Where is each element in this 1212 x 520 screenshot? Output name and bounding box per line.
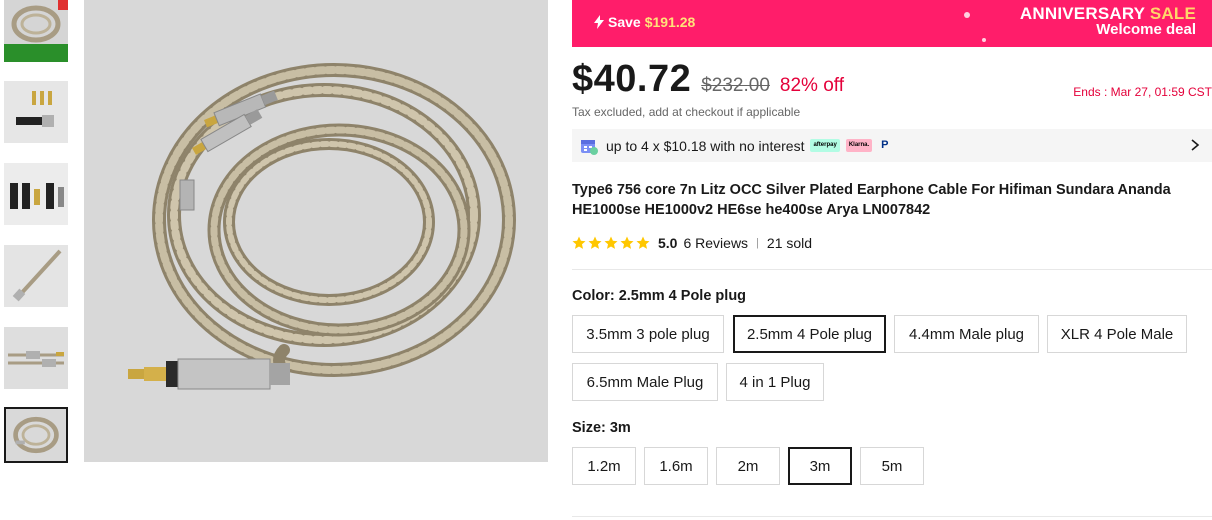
tax-note: Tax excluded, add at checkout if applica… xyxy=(572,105,801,119)
color-label: Color: 2.5mm 4 Pole plug xyxy=(572,288,747,304)
star-icon xyxy=(636,236,650,249)
product-title: Type6 756 core 7n Litz OCC Silver Plated… xyxy=(572,182,1171,218)
lightning-icon xyxy=(594,15,604,29)
separator: | xyxy=(756,237,759,249)
discount-percent: 82% off xyxy=(779,75,845,96)
paypal-icon: P xyxy=(881,139,889,151)
size-option-3m-selected[interactable]: 3m xyxy=(788,447,852,485)
thumbnail-3[interactable] xyxy=(4,163,68,225)
rating-row[interactable]: 5.0 6 Reviews | 21 sold xyxy=(572,235,812,251)
chevron-right-icon xyxy=(1191,139,1200,151)
current-price: $40.72 xyxy=(572,58,692,100)
klarna-icon: Klarna. xyxy=(845,139,873,152)
main-product-image[interactable] xyxy=(84,0,548,462)
thumbnail-1-image xyxy=(4,0,68,62)
color-option-2.5mm-selected[interactable]: 2.5mm 4 Pole plug xyxy=(733,315,886,353)
star-rating xyxy=(572,236,650,250)
welcome-deal-text: Welcome deal xyxy=(1096,21,1196,38)
thumbnail-4-image xyxy=(4,245,68,307)
thumbnail-2-image xyxy=(4,81,68,143)
thumbnail-4[interactable] xyxy=(4,245,68,307)
promo-banner[interactable]: Save $191.28 ANNIVERSARY SALE Welcome de… xyxy=(572,0,1212,47)
thumbnail-6-image xyxy=(6,409,66,461)
thumbnail-5[interactable] xyxy=(4,327,68,389)
afterpay-icon: afterpay xyxy=(810,139,840,152)
price-row: $40.72 $232.00 82% off xyxy=(572,58,844,102)
color-option-4-in-1[interactable]: 4 in 1 Plug xyxy=(726,363,824,401)
color-option-6.5mm[interactable]: 6.5mm Male Plug xyxy=(572,363,718,401)
star-icon xyxy=(604,236,618,249)
original-price: $232.00 xyxy=(701,75,770,96)
save-badge: Save $191.28 xyxy=(594,14,695,30)
star-icon xyxy=(588,236,602,249)
divider xyxy=(572,269,1212,270)
installment-text: up to 4 x $10.18 with no interest xyxy=(606,137,805,154)
sold-count: 21 sold xyxy=(766,235,813,251)
save-label: Save xyxy=(608,14,641,30)
sale-end-time: Ends : Mar 27, 01:59 CST xyxy=(1073,85,1212,99)
size-option-1.6m[interactable]: 1.6m xyxy=(644,447,708,485)
color-option-4.4mm[interactable]: 4.4mm Male plug xyxy=(894,315,1039,353)
thumbnail-5-image xyxy=(4,327,68,389)
confetti-dot xyxy=(964,12,970,18)
thumbnail-1[interactable] xyxy=(4,0,68,62)
color-option-3.5mm[interactable]: 3.5mm 3 pole plug xyxy=(572,315,724,353)
thumbnail-2[interactable] xyxy=(4,81,68,143)
star-icon xyxy=(572,236,586,249)
confetti-dot xyxy=(982,38,986,42)
anniversary-sale-label: ANNIVERSARY SALE Welcome deal xyxy=(1020,5,1196,38)
size-option-2m[interactable]: 2m xyxy=(716,447,780,485)
thumbnail-6-selected[interactable] xyxy=(4,407,68,463)
cable-illustration xyxy=(84,0,548,462)
installment-row[interactable]: up to 4 x $10.18 with no interest afterp… xyxy=(572,129,1212,162)
rating-score: 5.0 xyxy=(658,235,678,251)
calendar-icon xyxy=(581,139,598,155)
product-info-panel: Save $191.28 ANNIVERSARY SALE Welcome de… xyxy=(572,0,1212,520)
color-option-xlr[interactable]: XLR 4 Pole Male xyxy=(1047,315,1187,353)
divider xyxy=(572,516,1212,517)
reviews-link[interactable]: 6 Reviews xyxy=(683,235,748,251)
save-amount: $191.28 xyxy=(644,14,696,30)
size-label: Size: 3m xyxy=(572,420,631,436)
size-option-5m[interactable]: 5m xyxy=(860,447,924,485)
star-icon xyxy=(620,236,634,249)
size-option-1.2m[interactable]: 1.2m xyxy=(572,447,636,485)
thumbnail-3-image xyxy=(4,163,68,225)
